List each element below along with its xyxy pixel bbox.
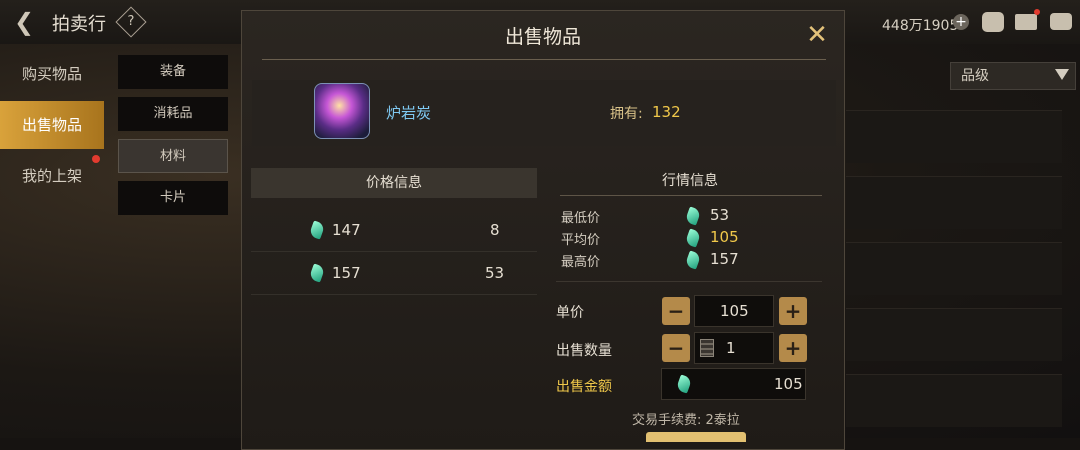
max-price-value: 157 — [710, 250, 739, 268]
item-name: 炉岩炭 — [386, 104, 432, 122]
listing-price: 157 — [332, 264, 361, 282]
divider — [560, 195, 822, 196]
confirm-sell-button[interactable] — [646, 432, 746, 442]
max-price-label: 最高价 — [561, 255, 601, 270]
category-equipment[interactable]: 装备 — [118, 55, 228, 89]
calculator-icon[interactable] — [700, 339, 714, 357]
list-item — [846, 308, 1062, 361]
nav-buy-items[interactable]: 购买物品 — [0, 50, 104, 98]
decrease-quantity-button[interactable]: − — [662, 334, 690, 362]
quantity-value: 1 — [726, 339, 736, 357]
divider — [556, 281, 822, 282]
nav-my-listings[interactable]: 我的上架 — [0, 152, 104, 200]
total-label: 出售金额 — [556, 379, 612, 395]
list-item — [846, 374, 1062, 427]
listing-qty: 53 — [485, 264, 505, 282]
divider — [262, 59, 826, 60]
dropdown-arrow-icon — [1055, 69, 1069, 80]
total-value: 105 — [774, 375, 803, 393]
fee-text: 交易手续费: 2泰拉 — [632, 413, 740, 428]
list-item — [846, 110, 1062, 163]
listing-qty: 8 — [490, 221, 500, 239]
close-icon[interactable]: ✕ — [804, 22, 830, 48]
unit-price-label: 单价 — [556, 305, 584, 321]
min-price-value: 53 — [710, 206, 730, 224]
list-item — [846, 176, 1062, 229]
currency-amount: 448万1905 — [882, 18, 959, 34]
category-consumables[interactable]: 消耗品 — [118, 97, 228, 131]
unit-price-value: 105 — [720, 302, 749, 320]
market-info-header: 行情信息 — [662, 173, 718, 189]
mail-icon[interactable] — [1015, 14, 1037, 30]
avg-price-label: 平均价 — [561, 233, 601, 248]
price-info-header: 价格信息 — [251, 168, 537, 198]
chat-icon[interactable] — [1050, 13, 1072, 30]
decrease-price-button[interactable]: − — [662, 297, 690, 325]
quantity-label: 出售数量 — [556, 343, 612, 359]
min-price-label: 最低价 — [561, 211, 601, 226]
category-materials[interactable]: 材料 — [118, 139, 228, 173]
owned-count: 132 — [652, 103, 681, 121]
listing-price: 147 — [332, 221, 361, 239]
category-cards[interactable]: 卡片 — [118, 181, 228, 215]
bag-icon[interactable] — [982, 12, 1004, 32]
dialog-title: 出售物品 — [504, 26, 581, 48]
item-icon — [314, 83, 370, 139]
notification-dot — [1034, 9, 1040, 15]
add-currency-icon[interactable]: + — [953, 14, 969, 30]
list-item — [846, 242, 1062, 295]
notification-dot — [92, 155, 100, 163]
increase-price-button[interactable]: + — [779, 297, 807, 325]
increase-quantity-button[interactable]: + — [779, 334, 807, 362]
back-arrow-icon[interactable]: ❮ — [14, 10, 44, 34]
nav-sell-items[interactable]: 出售物品 — [0, 101, 104, 149]
avg-price-value: 105 — [710, 228, 739, 246]
page-title: 拍卖行 — [52, 14, 106, 35]
owned-label: 拥有: — [610, 106, 643, 122]
